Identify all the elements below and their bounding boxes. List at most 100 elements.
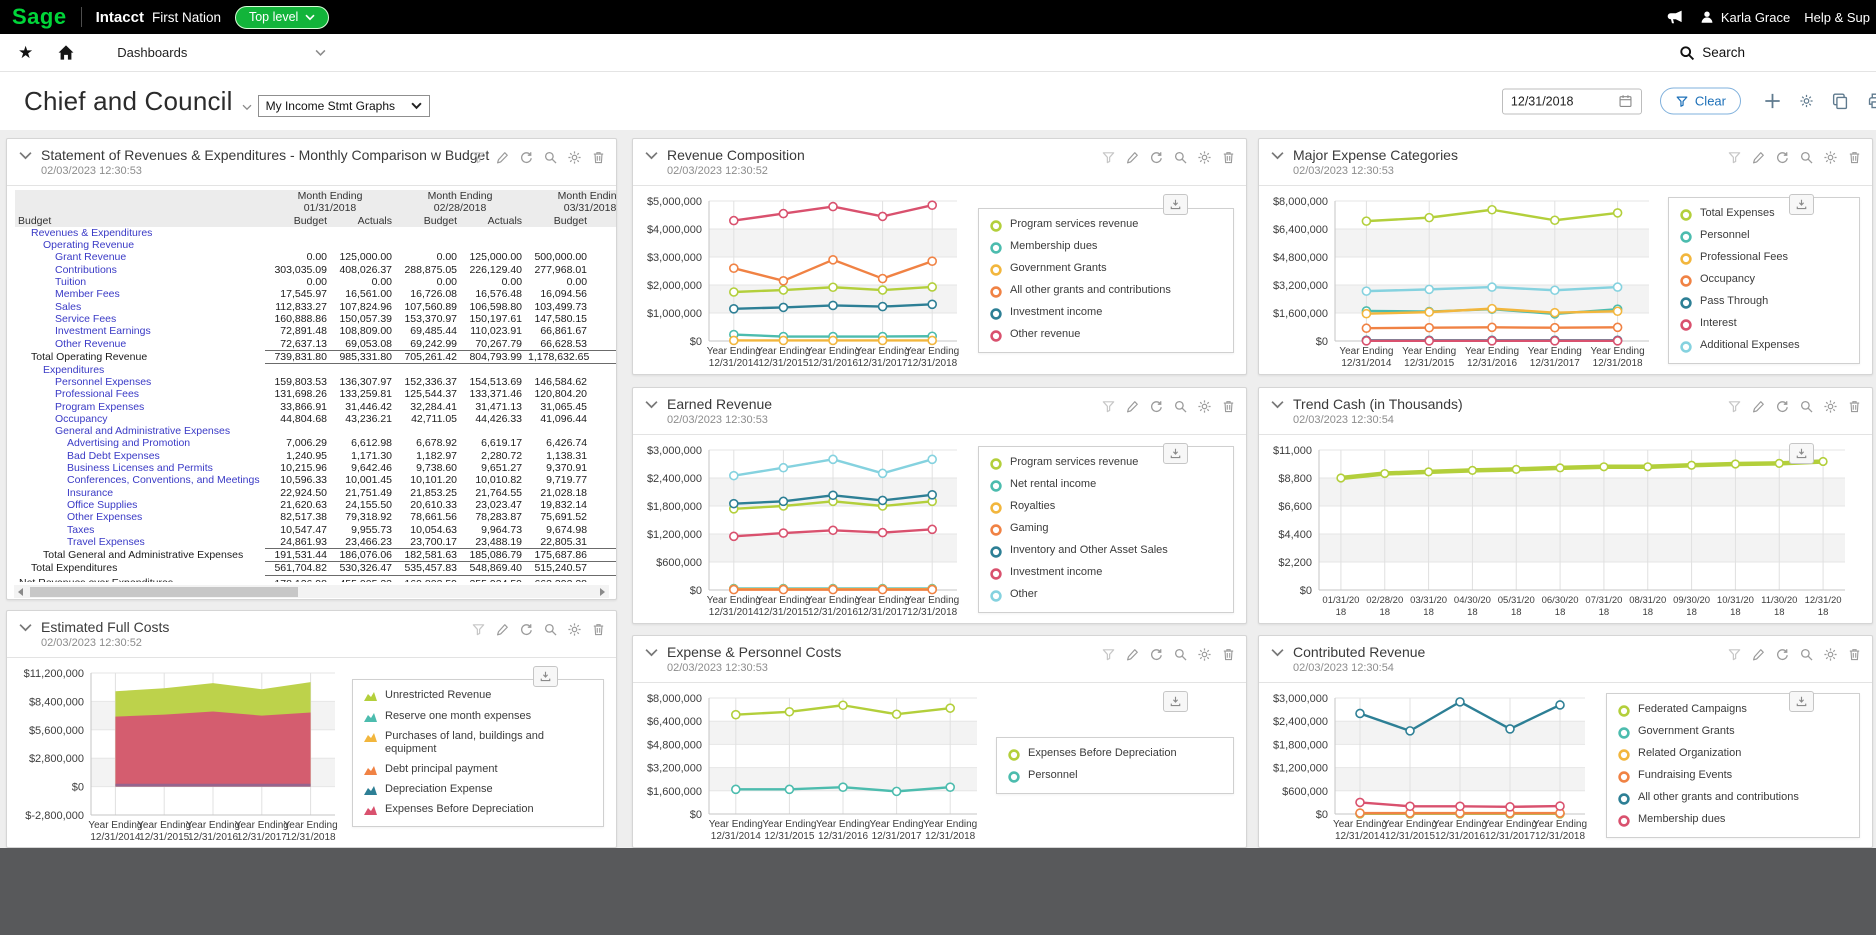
filter-icon[interactable]	[471, 622, 486, 637]
row-label[interactable]: Tuition	[15, 276, 265, 288]
zoom-icon[interactable]	[1799, 150, 1814, 165]
legend-item[interactable]: Inventory and Other Asset Sales	[989, 544, 1223, 559]
row-label[interactable]: Office Supplies	[15, 499, 265, 511]
row-label[interactable]: Bad Debt Expenses	[15, 450, 265, 462]
zoom-icon[interactable]	[543, 622, 558, 637]
zoom-icon[interactable]	[1799, 647, 1814, 662]
download-icon[interactable]	[533, 666, 558, 687]
copy-icon[interactable]	[1831, 92, 1850, 111]
settings-icon[interactable]	[1823, 150, 1838, 165]
legend-item[interactable]: Investment income	[989, 306, 1223, 321]
delete-icon[interactable]	[1847, 399, 1862, 414]
help-support-link[interactable]: Help & Sup	[1804, 10, 1870, 25]
refresh-icon[interactable]	[1775, 399, 1790, 414]
scrollbar-thumb[interactable]	[30, 586, 298, 597]
row-label[interactable]: Taxes	[15, 524, 265, 536]
edit-icon[interactable]	[1751, 647, 1766, 662]
dashboards-menu[interactable]: Dashboards	[117, 45, 326, 60]
delete-icon[interactable]	[1221, 150, 1236, 165]
settings-icon[interactable]	[1823, 399, 1838, 414]
legend-item[interactable]: Membership dues	[989, 240, 1223, 255]
collapse-chevron-icon[interactable]	[1271, 151, 1284, 160]
edit-icon[interactable]	[495, 150, 510, 165]
settings-icon[interactable]	[567, 150, 582, 165]
row-label[interactable]: Program Expenses	[15, 401, 265, 413]
legend-item[interactable]: Expenses Before Depreciation	[1007, 747, 1223, 762]
legend-item[interactable]: Membership dues	[1617, 813, 1849, 828]
download-icon[interactable]	[1163, 194, 1188, 215]
filter-icon[interactable]	[1727, 647, 1742, 662]
refresh-icon[interactable]	[1149, 150, 1164, 165]
edit-icon[interactable]	[495, 622, 510, 637]
filter-icon[interactable]	[1101, 647, 1116, 662]
row-label[interactable]: Sales	[15, 301, 265, 313]
report-date-input[interactable]: 12/31/2018	[1501, 88, 1642, 114]
row-label[interactable]: Occupancy	[15, 413, 265, 425]
zoom-icon[interactable]	[1799, 399, 1814, 414]
search-button[interactable]: Search	[1679, 45, 1745, 61]
row-label[interactable]: Conferences, Conventions, and Meetings	[15, 474, 265, 486]
user-menu[interactable]: Karla Grace	[1699, 9, 1790, 25]
legend-item[interactable]: Occupancy	[1679, 273, 1849, 288]
row-label[interactable]: Professional Fees	[15, 388, 265, 400]
filter-icon[interactable]	[1727, 399, 1742, 414]
settings-icon[interactable]	[567, 622, 582, 637]
refresh-icon[interactable]	[1149, 399, 1164, 414]
settings-icon[interactable]	[1197, 150, 1212, 165]
collapse-chevron-icon[interactable]	[1271, 648, 1284, 657]
legend-item[interactable]: Program services revenue	[989, 218, 1223, 233]
delete-icon[interactable]	[591, 622, 606, 637]
legend-item[interactable]: Gaming	[989, 522, 1223, 537]
download-icon[interactable]	[1163, 691, 1188, 712]
legend-item[interactable]: Expenses Before Depreciation	[363, 803, 593, 816]
row-label[interactable]: Other Revenue	[15, 338, 265, 351]
legend-item[interactable]: Unrestricted Revenue	[363, 689, 593, 702]
delete-icon[interactable]	[1221, 399, 1236, 414]
legend-item[interactable]: Royalties	[989, 500, 1223, 515]
settings-icon[interactable]	[1799, 94, 1814, 109]
zoom-icon[interactable]	[543, 150, 558, 165]
legend-item[interactable]: Investment income	[989, 566, 1223, 581]
legend-item[interactable]: Related Organization	[1617, 747, 1849, 762]
filter-icon[interactable]	[1101, 150, 1116, 165]
edit-icon[interactable]	[1751, 399, 1766, 414]
scroll-right-icon[interactable]	[600, 588, 605, 596]
settings-icon[interactable]	[1197, 647, 1212, 662]
row-label[interactable]: Expenditures	[15, 364, 265, 376]
filter-icon[interactable]	[471, 150, 486, 165]
row-label[interactable]: General and Administrative Expenses	[15, 425, 265, 437]
legend-item[interactable]: Debt principal payment	[363, 763, 593, 776]
collapse-chevron-icon[interactable]	[645, 648, 658, 657]
favorites-star-icon[interactable]: ★	[18, 44, 33, 61]
collapse-chevron-icon[interactable]	[19, 151, 32, 160]
download-icon[interactable]	[1789, 194, 1814, 215]
legend-item[interactable]: Fundraising Events	[1617, 769, 1849, 784]
row-label[interactable]: Advertising and Promotion	[15, 437, 265, 449]
edit-icon[interactable]	[1125, 399, 1140, 414]
legend-item[interactable]: Purchases of land, buildings and equipme…	[363, 730, 593, 756]
add-icon[interactable]	[1763, 92, 1782, 111]
legend-item[interactable]: Professional Fees	[1679, 251, 1849, 266]
row-label[interactable]: Revenues & Expenditures	[15, 227, 265, 239]
legend-item[interactable]: Depreciation Expense	[363, 783, 593, 796]
row-label[interactable]: Service Fees	[15, 313, 265, 325]
zoom-icon[interactable]	[1173, 150, 1188, 165]
legend-item[interactable]: Personnel	[1007, 769, 1223, 784]
delete-icon[interactable]	[1221, 647, 1236, 662]
legend-item[interactable]: Interest	[1679, 317, 1849, 332]
row-label[interactable]: Operating Revenue	[15, 239, 265, 251]
announcements-icon[interactable]	[1666, 9, 1685, 26]
title-chevron-icon[interactable]	[242, 104, 252, 111]
filter-icon[interactable]	[1727, 150, 1742, 165]
row-label[interactable]: Contributions	[15, 264, 265, 276]
legend-item[interactable]: Federated Campaigns	[1617, 703, 1849, 718]
home-icon[interactable]	[57, 44, 75, 61]
settings-icon[interactable]	[1197, 399, 1212, 414]
refresh-icon[interactable]	[519, 622, 534, 637]
download-icon[interactable]	[1789, 443, 1814, 464]
zoom-icon[interactable]	[1173, 399, 1188, 414]
legend-item[interactable]: Personnel	[1679, 229, 1849, 244]
legend-item[interactable]: Government Grants	[1617, 725, 1849, 740]
legend-item[interactable]: All other grants and contributions	[1617, 791, 1849, 806]
collapse-chevron-icon[interactable]	[19, 623, 32, 632]
